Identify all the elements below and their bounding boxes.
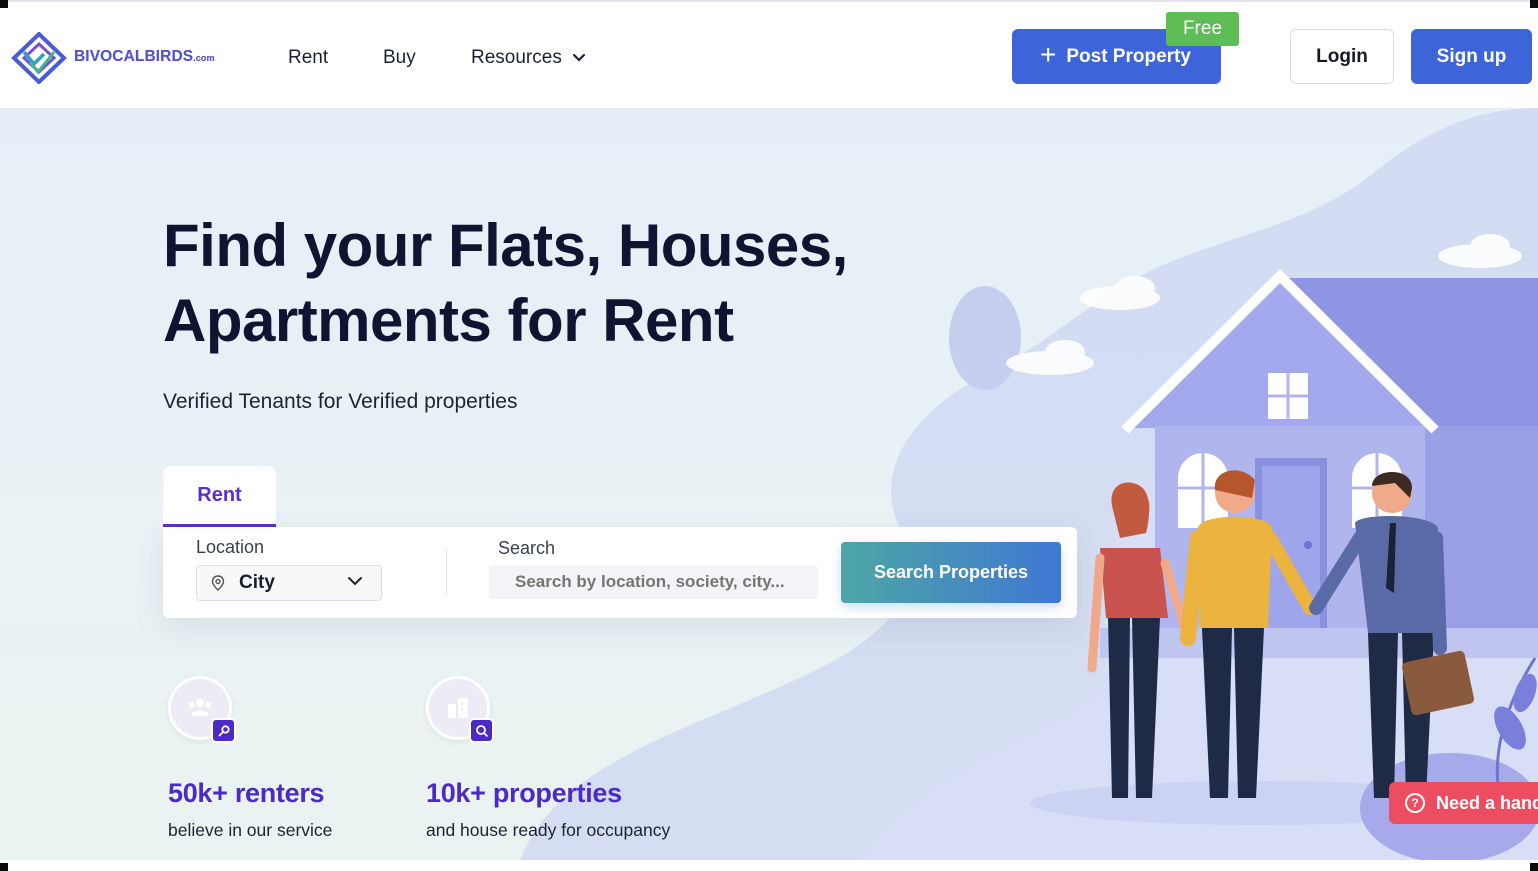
stat-properties-value: 10k+ properties [426, 778, 622, 808]
search-properties-button[interactable]: Search Properties [841, 542, 1061, 603]
search-icon [469, 718, 494, 743]
nav-resources-label: Resources [471, 47, 562, 68]
key-icon [211, 718, 236, 743]
stat-properties-desc: and house ready for occupancy [426, 820, 671, 840]
city-select-value: City [239, 572, 275, 593]
frame-corner [1530, 863, 1538, 871]
location-pin-icon [211, 575, 225, 591]
top-navbar: BIVOCALBIRDS.com Rent Buy Resources + Po… [0, 0, 1538, 108]
nav-buy[interactable]: Buy [383, 47, 416, 69]
brand-logo[interactable]: BIVOCALBIRDS.com [10, 32, 215, 84]
chevron-down-icon [572, 53, 585, 62]
field-divider [446, 549, 447, 595]
logo-icon [11, 32, 67, 84]
login-button[interactable]: Login [1290, 29, 1394, 84]
search-input[interactable] [489, 565, 818, 599]
frame-corner [0, 0, 8, 8]
stat-renters-value: 50k+ renters [168, 778, 325, 808]
logo-text: BIVOCALBIRDS.com [74, 47, 215, 65]
tab-rent[interactable]: Rent [163, 466, 276, 527]
hero-title: Find your Flats, Houses, Apartments for … [163, 208, 848, 358]
hero-subtitle: Verified Tenants for Verified properties [163, 390, 518, 413]
free-badge: Free [1166, 12, 1239, 46]
hero-section: Find your Flats, Houses, Apartments for … [0, 108, 1538, 860]
hero-title-line1: Find your Flats, Houses, [163, 212, 848, 279]
question-icon: ? [1405, 793, 1425, 813]
frame-corner [0, 863, 8, 871]
need-a-hand-button[interactable]: ? Need a hand [1389, 782, 1538, 824]
stat-renters-desc: believe in our service [168, 820, 333, 840]
search-label: Search [498, 538, 556, 558]
nav-rent[interactable]: Rent [288, 47, 328, 69]
nav-resources[interactable]: Resources [471, 47, 586, 69]
city-select[interactable]: City [196, 565, 382, 601]
search-panel: Location City Search Search Properties [163, 527, 1077, 618]
signup-button[interactable]: Sign up [1411, 29, 1532, 84]
location-label: Location [196, 537, 265, 557]
frame-corner [1530, 0, 1538, 8]
post-property-label: Post Property [1066, 45, 1191, 67]
chevron-down-icon [348, 577, 362, 586]
hero-title-line2: Apartments for Rent [163, 287, 734, 354]
need-a-hand-label: Need a hand [1436, 792, 1538, 813]
plus-icon: + [1040, 39, 1057, 70]
